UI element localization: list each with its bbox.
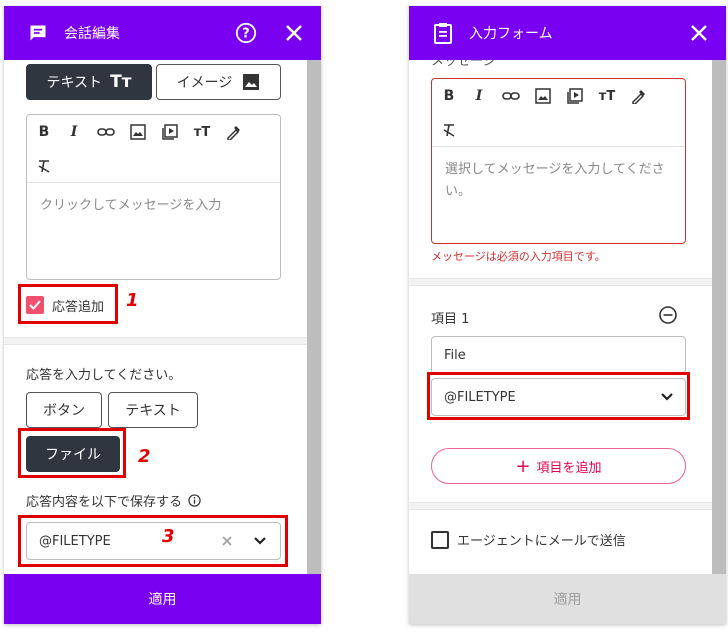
chat-icon bbox=[26, 21, 50, 45]
clear-format-icon[interactable] bbox=[440, 121, 458, 139]
apply-button[interactable]: 適用 bbox=[409, 574, 726, 624]
callout-box-3 bbox=[18, 515, 288, 567]
callout-box-1 bbox=[18, 284, 118, 324]
panel-header: 会話編集 ? bbox=[4, 6, 321, 60]
bold-icon[interactable]: B bbox=[35, 123, 53, 141]
tab-image-label: イメージ bbox=[176, 75, 233, 91]
text-size-icon[interactable]: тT bbox=[598, 87, 616, 105]
image-insert-icon[interactable] bbox=[534, 87, 552, 105]
add-icon: + bbox=[515, 455, 531, 477]
save-as-label: 応答内容を以下で保存する bbox=[26, 495, 183, 510]
editor-placeholder: 選択してメッセージを入力してください。 bbox=[445, 162, 665, 199]
section-divider bbox=[409, 278, 712, 286]
section-divider bbox=[409, 502, 712, 510]
video-icon[interactable] bbox=[566, 87, 584, 105]
text-format-icon: Tт bbox=[110, 72, 132, 92]
save-as-label-row: 応答内容を以下で保存する bbox=[26, 491, 201, 510]
clear-format-icon[interactable] bbox=[35, 157, 53, 175]
image-icon bbox=[242, 73, 260, 91]
callout-number-1: 1 bbox=[126, 290, 139, 311]
message-editor[interactable]: B I тT クリックしてメッセージを入力 bbox=[26, 114, 281, 280]
italic-icon[interactable]: I bbox=[470, 87, 488, 105]
error-text: メッセージは必須の入力項目です。 bbox=[431, 250, 606, 263]
callout-number-3: 3 bbox=[162, 526, 175, 547]
add-item-label: 項目を追加 bbox=[536, 460, 602, 476]
italic-icon[interactable]: I bbox=[65, 123, 83, 141]
item-name-input[interactable]: File bbox=[431, 336, 686, 374]
apply-button-label: 適用 bbox=[148, 592, 177, 608]
message-editor[interactable]: B I тT 選択してメッセージを入力してください。 bbox=[431, 78, 686, 244]
close-icon[interactable] bbox=[282, 21, 306, 45]
video-icon[interactable] bbox=[161, 123, 179, 141]
tab-text[interactable]: テキスト Tт bbox=[26, 64, 152, 100]
item-name-value: File bbox=[444, 347, 466, 363]
text-size-icon[interactable]: тT bbox=[193, 123, 211, 141]
editor-toolbar: B I тT bbox=[27, 115, 280, 183]
response-type-text-label: テキスト bbox=[125, 403, 181, 419]
color-picker-icon[interactable] bbox=[225, 123, 243, 141]
input-form-panel: 入力フォーム メッセージ B I тT 選択してメッセージを入力してください。 … bbox=[409, 6, 726, 624]
tab-text-label: テキスト bbox=[46, 75, 103, 91]
item-label: 項目 1 bbox=[431, 312, 470, 327]
panel-title: 入力フォーム bbox=[469, 26, 553, 42]
add-item-button[interactable]: + 項目を追加 bbox=[431, 448, 686, 484]
clipboard-icon bbox=[431, 21, 455, 45]
link-icon[interactable] bbox=[502, 87, 520, 105]
link-icon[interactable] bbox=[97, 123, 115, 141]
callout-number-2: 2 bbox=[138, 446, 151, 467]
response-prompt: 応答を入力してください。 bbox=[26, 368, 182, 383]
svg-text:?: ? bbox=[242, 27, 249, 42]
checkbox-unchecked-icon bbox=[431, 530, 449, 549]
response-type-button-label: ボタン bbox=[43, 403, 85, 419]
editor-toolbar: B I тT bbox=[432, 79, 685, 147]
conversation-edit-panel: 会話編集 ? テキスト Tт イメージ B I тT クリックしてメッセージを入… bbox=[4, 6, 321, 624]
info-icon[interactable] bbox=[188, 494, 201, 507]
callout-box-2 bbox=[18, 428, 126, 478]
callout-box-item-type bbox=[427, 372, 690, 420]
scrollbar[interactable] bbox=[712, 60, 726, 574]
email-agent-label: エージェントにメールで送信 bbox=[457, 534, 626, 549]
apply-button[interactable]: 適用 bbox=[4, 574, 321, 624]
panel-header: 入力フォーム bbox=[409, 6, 726, 60]
scrollbar[interactable] bbox=[307, 60, 321, 576]
section-divider bbox=[4, 337, 307, 345]
panel-title: 会話編集 bbox=[64, 26, 120, 42]
color-picker-icon[interactable] bbox=[630, 87, 648, 105]
editor-placeholder: クリックしてメッセージを入力 bbox=[40, 198, 222, 213]
message-label: メッセージ bbox=[431, 60, 496, 68]
bold-icon[interactable]: B bbox=[440, 87, 458, 105]
help-icon[interactable]: ? bbox=[234, 21, 258, 45]
image-insert-icon[interactable] bbox=[129, 123, 147, 141]
tab-image[interactable]: イメージ bbox=[156, 64, 281, 100]
response-type-button[interactable]: ボタン bbox=[26, 392, 102, 428]
remove-circle-icon[interactable] bbox=[658, 305, 678, 325]
response-type-text[interactable]: テキスト bbox=[108, 392, 198, 428]
close-icon[interactable] bbox=[687, 21, 711, 45]
message-label-clip: メッセージ bbox=[431, 60, 531, 68]
apply-button-label: 適用 bbox=[553, 592, 582, 608]
email-agent-checkbox[interactable]: エージェントにメールで送信 bbox=[431, 530, 626, 549]
